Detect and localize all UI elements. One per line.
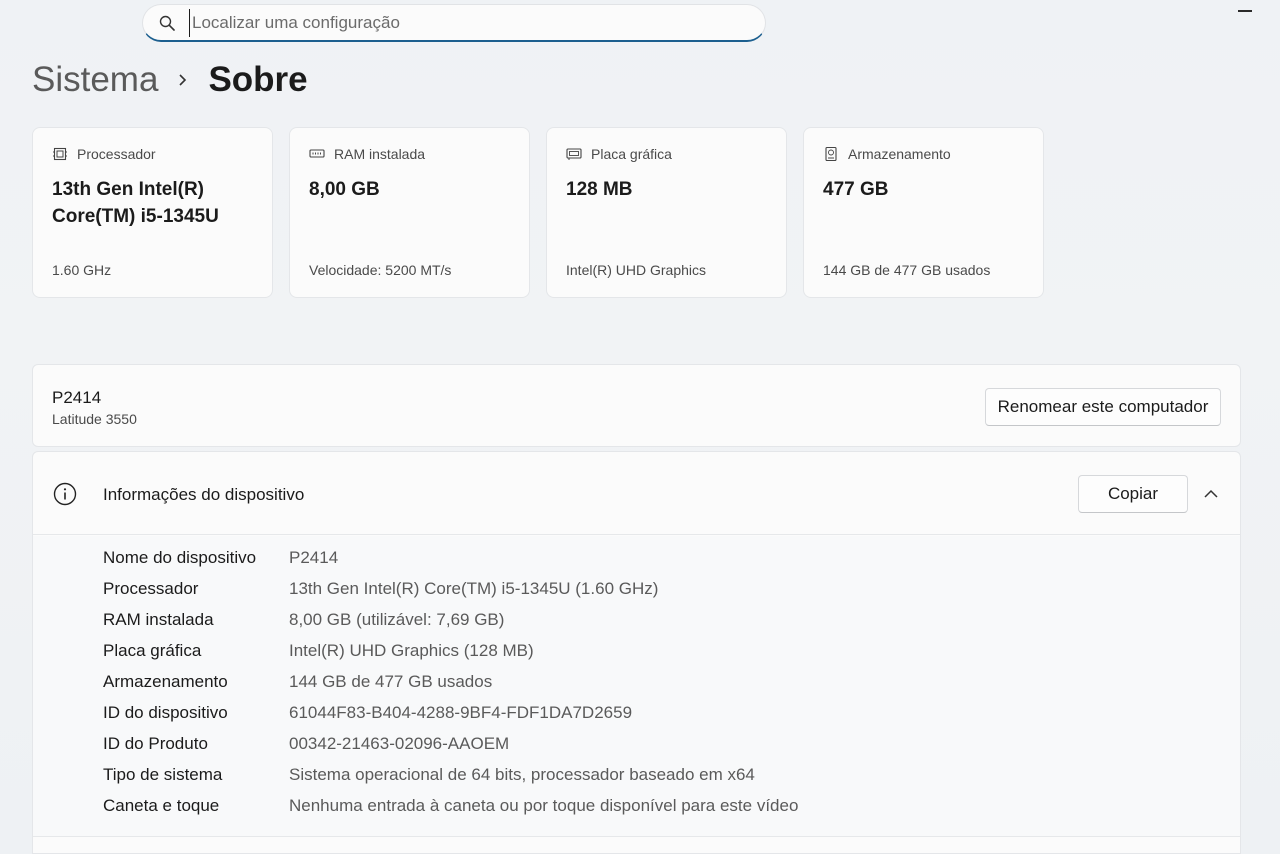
card-value: 13th Gen Intel(R) Core(TM) i5-1345U — [52, 179, 219, 227]
card-label: Processador — [77, 146, 156, 162]
card-value: 128 MB — [566, 179, 633, 200]
card-sub: 1.60 GHz — [52, 262, 112, 278]
card-label: Armazenamento — [848, 146, 951, 162]
computer-name-panel: P2414 Latitude 3550 Renomear este comput… — [32, 364, 1241, 447]
info-row: ID do dispositivo 61044F83-B404-4288-9BF4… — [103, 703, 632, 723]
info-row: Tipo de sistema Sistema operacional de 64… — [103, 765, 755, 785]
copy-button[interactable]: Copiar — [1078, 475, 1188, 513]
storage-icon — [825, 146, 837, 162]
info-key: Armazenamento — [103, 672, 228, 691]
info-value: P2414 — [289, 548, 339, 567]
card-sub: 144 GB de 477 GB usados — [823, 262, 991, 278]
gpu-icon — [566, 148, 582, 160]
info-value: Sistema operacional de 64 bits, processa… — [289, 765, 755, 784]
info-key: Tipo de sistema — [103, 765, 223, 784]
info-row: ID do Produto 00342-21463-02096-AAOEM — [103, 734, 509, 754]
processor-icon — [53, 147, 67, 161]
rename-computer-button[interactable]: Renomear este computador — [985, 388, 1221, 426]
minimize-button[interactable] — [1238, 10, 1252, 12]
info-row: Placa gráfica Intel(R) UHD Graphics (128 … — [103, 641, 534, 661]
divider — [33, 836, 1240, 837]
device-info-header[interactable]: Informações do dispositivo Copiar — [33, 452, 1240, 535]
info-key: Nome do dispositivo — [103, 548, 257, 567]
computer-name: P2414 — [52, 388, 102, 407]
card-value: 477 GB — [823, 179, 889, 200]
info-value: Nenhuma entrada à caneta ou por toque di… — [289, 796, 799, 815]
info-value: 144 GB de 477 GB usados — [289, 672, 493, 691]
breadcrumb-parent[interactable]: Sistema — [32, 60, 158, 100]
info-row: Armazenamento 144 GB de 477 GB usados — [103, 672, 492, 692]
info-key: Processador — [103, 579, 199, 598]
info-key: ID do Produto — [103, 734, 208, 753]
info-row: RAM instalada 8,00 GB (utilizável: 7,69 G… — [103, 610, 504, 630]
card-processor: Processador 13th Gen Intel(R) Core(TM) i… — [32, 127, 273, 298]
computer-model: Latitude 3550 — [52, 411, 137, 427]
info-value: 8,00 GB (utilizável: 7,69 GB) — [289, 610, 505, 629]
info-value: Intel(R) UHD Graphics (128 MB) — [289, 641, 534, 660]
device-info-panel: Informações do dispositivo Copiar Nome d… — [32, 451, 1241, 854]
device-info-title: Informações do dispositivo — [103, 485, 305, 504]
chevron-right-icon — [179, 74, 187, 86]
info-row: Processador 13th Gen Intel(R) Core(TM) i5… — [103, 579, 658, 599]
info-key: Placa gráfica — [103, 641, 202, 660]
device-info-list: Nome do dispositivo P2414 Processador 13th… — [33, 536, 1240, 836]
info-row: Caneta e toque Nenhuma entrada à caneta o… — [103, 796, 798, 816]
info-value: 13th Gen Intel(R) Core(TM) i5-1345U (1.6… — [289, 579, 659, 598]
ram-icon — [309, 149, 325, 158]
search-box[interactable] — [142, 4, 766, 42]
card-sub: Intel(R) UHD Graphics — [566, 262, 707, 278]
breadcrumb: Sistema Sobre — [32, 60, 308, 100]
info-key: Caneta e toque — [103, 796, 220, 815]
info-value: 61044F83-B404-4288-9BF4-FDF1DA7D2659 — [289, 703, 633, 722]
info-value: 00342-21463-02096-AAOEM — [289, 734, 510, 753]
info-row: Nome do dispositivo P2414 — [103, 548, 338, 568]
search-input[interactable] — [189, 8, 729, 37]
card-label: RAM instalada — [334, 146, 426, 162]
spec-cards: Processador 13th Gen Intel(R) Core(TM) i… — [32, 127, 1044, 298]
search-icon — [159, 15, 175, 31]
info-key: ID do dispositivo — [103, 703, 228, 722]
card-ram: RAM instalada 8,00 GB Velocidade: 5200 M… — [289, 127, 530, 298]
chevron-up-icon[interactable] — [1203, 486, 1219, 502]
card-gpu: Placa gráfica 128 MB Intel(R) UHD Graphi… — [546, 127, 787, 298]
card-storage: Armazenamento 477 GB 144 GB de 477 GB us… — [803, 127, 1044, 298]
info-icon — [53, 482, 77, 506]
page-title: Sobre — [208, 60, 308, 99]
card-label: Placa gráfica — [591, 146, 672, 162]
card-sub: Velocidade: 5200 MT/s — [309, 262, 452, 278]
card-value: 8,00 GB — [309, 179, 380, 200]
info-key: RAM instalada — [103, 610, 214, 629]
